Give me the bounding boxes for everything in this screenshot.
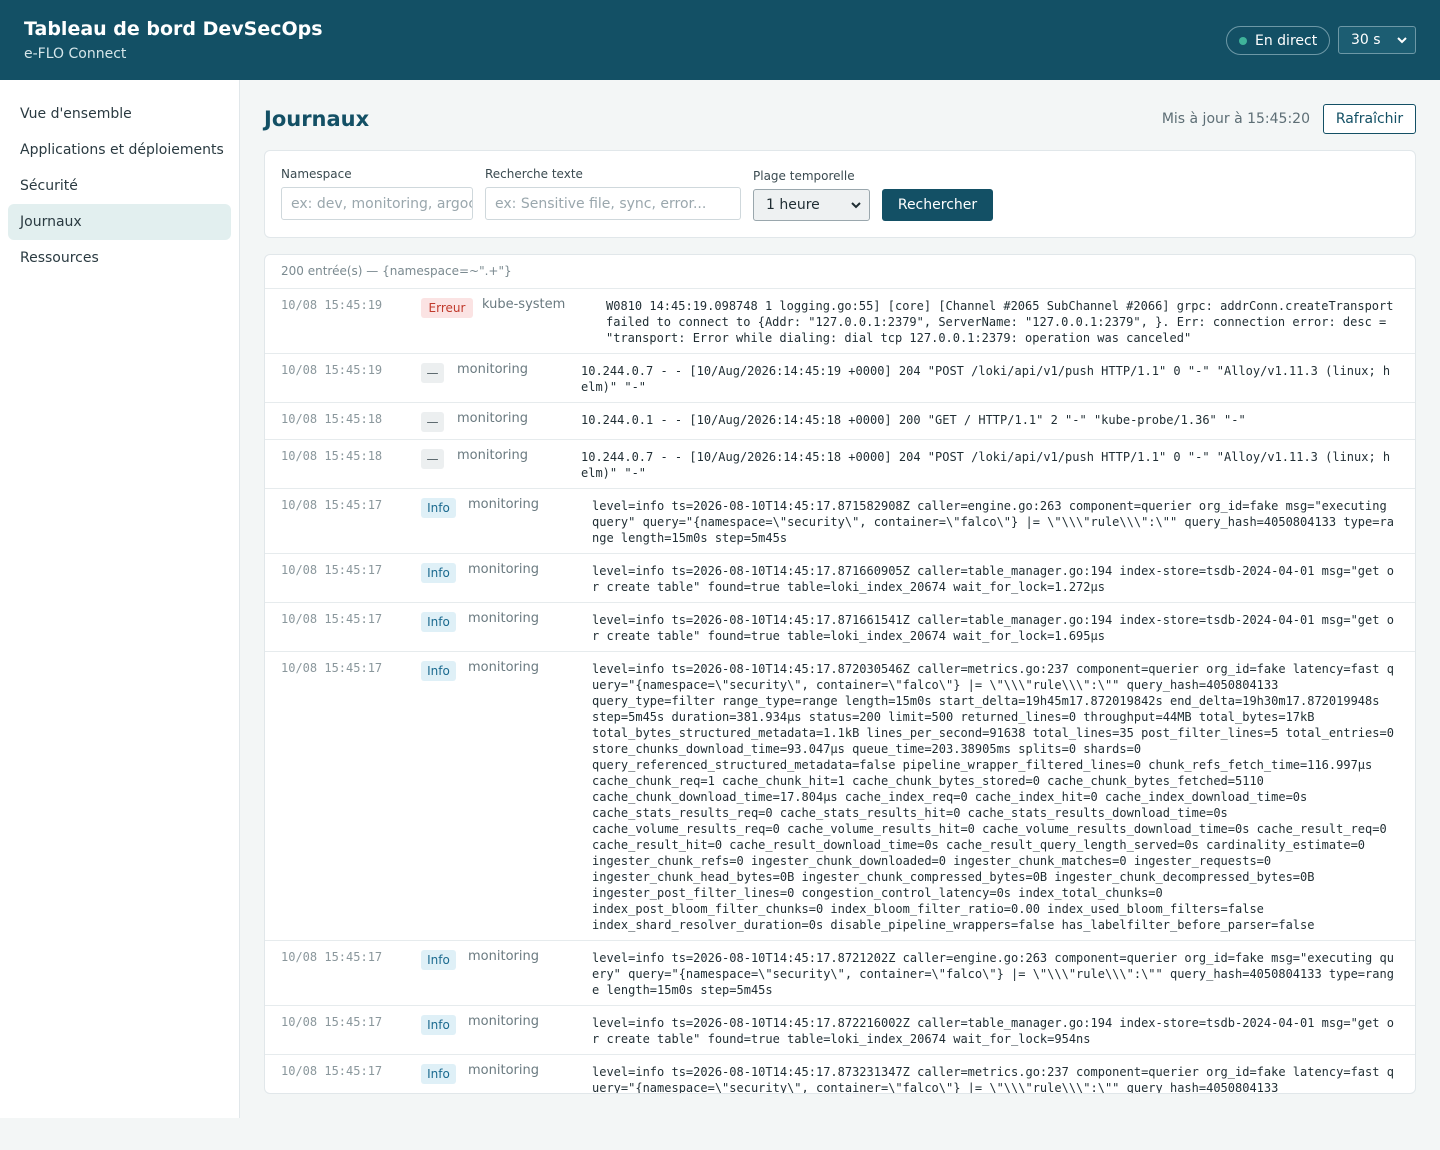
log-level-badge: Info [421, 563, 456, 583]
refresh-button[interactable]: Rafraîchir [1323, 104, 1416, 134]
log-entry-row[interactable]: 10/08 15:45:17 Info monitoring level=info t… [265, 1006, 1415, 1055]
log-entry-row[interactable]: 10/08 15:45:17 Info monitoring level=info t… [265, 1055, 1415, 1094]
log-timestamp: 10/08 15:45:18 [281, 449, 383, 463]
log-level-badge: Info [421, 612, 456, 632]
log-message: level=info ts=2026-08-10T14:45:17.872030… [592, 662, 1394, 932]
log-timestamp: 10/08 15:45:17 [281, 661, 383, 675]
sidebar-item-applications[interactable]: Applications et déploiements [8, 132, 231, 168]
log-entry-row[interactable]: 10/08 15:45:17 Info monitoring level=info t… [265, 554, 1415, 603]
log-timestamp: 10/08 15:45:17 [281, 1015, 383, 1029]
log-level-badge: Info [421, 498, 456, 518]
sidebar-item-label: Journaux [20, 214, 82, 230]
text-search-label: Recherche texte [485, 167, 583, 181]
namespace-input[interactable]: ex: dev, monitoring, argocd [281, 187, 473, 220]
log-entry-row[interactable]: 10/08 15:45:18 — monitoring 10.244.0.1 - - … [265, 403, 1415, 440]
text-search-input[interactable]: ex: Sensitive file, sync, error... [485, 187, 741, 220]
time-range-label: Plage temporelle [753, 169, 855, 183]
log-namespace: monitoring [457, 448, 528, 463]
log-entry-row[interactable]: 10/08 15:45:18 — monitoring 10.244.0.7 - - … [265, 440, 1415, 489]
live-status-dot-icon [1239, 36, 1247, 45]
log-count-summary: 200 entrée(s) — {namespace=~".+"} [281, 264, 512, 278]
log-message: level=info ts=2026-08-10T14:45:17.871582… [592, 499, 1394, 545]
log-entry-row[interactable]: 10/08 15:45:17 Info monitoring level=info t… [265, 941, 1415, 1006]
log-timestamp: 10/08 15:45:19 [281, 298, 383, 312]
log-namespace: monitoring [468, 562, 539, 577]
log-namespace: monitoring [468, 497, 539, 512]
sidebar: Vue d'ensemble Applications et déploieme… [0, 80, 240, 1118]
log-message: level=info ts=2026-08-10T14:45:17.872120… [592, 951, 1394, 997]
log-level-badge: Info [421, 1064, 456, 1084]
sidebar-item-label: Vue d'ensemble [20, 106, 132, 122]
chevron-down-icon [851, 202, 861, 209]
log-namespace: monitoring [468, 611, 539, 626]
log-level-badge: — [421, 412, 444, 432]
top-bar: Tableau de bord DevSecOps e-FLO Connect … [0, 0, 1440, 80]
log-message: 10.244.0.7 - - [10/Aug/2026:14:45:18 +00… [581, 450, 1391, 480]
log-entry-row[interactable]: 10/08 15:45:17 Info monitoring level=info t… [265, 603, 1415, 652]
sidebar-item-label: Ressources [20, 250, 99, 266]
log-namespace: monitoring [468, 1063, 539, 1078]
sidebar-item-label: Applications et déploiements [20, 142, 224, 158]
sidebar-item-security[interactable]: Sécurité [8, 168, 231, 204]
log-timestamp: 10/08 15:45:17 [281, 612, 383, 626]
log-namespace: kube-system [482, 297, 566, 312]
log-timestamp: 10/08 15:45:17 [281, 950, 383, 964]
log-entry-row[interactable]: 10/08 15:45:19 Erreur kube-system W0810 14:… [265, 289, 1415, 354]
refresh-interval-select[interactable]: 30 s [1338, 26, 1416, 54]
log-level-badge: Erreur [421, 298, 473, 318]
chevron-down-icon [1397, 37, 1407, 44]
log-message: W0810 14:45:19.098748 1 logging.go:55] [… [606, 299, 1401, 345]
log-timestamp: 10/08 15:45:17 [281, 1064, 383, 1078]
log-namespace: monitoring [468, 949, 539, 964]
app-title: Tableau de bord DevSecOps [24, 18, 323, 40]
live-label: En direct [1255, 32, 1318, 49]
namespace-label: Namespace [281, 167, 352, 181]
log-timestamp: 10/08 15:45:19 [281, 363, 383, 377]
live-toggle[interactable]: En direct [1226, 26, 1330, 55]
log-message: 10.244.0.1 - - [10/Aug/2026:14:45:18 +00… [581, 413, 1246, 427]
log-timestamp: 10/08 15:45:17 [281, 563, 383, 577]
log-list: 200 entrée(s) — {namespace=~".+"} 10/08 … [264, 254, 1416, 1094]
log-message: level=info ts=2026-08-10T14:45:17.871661… [592, 613, 1394, 643]
log-message: 10.244.0.7 - - [10/Aug/2026:14:45:19 +00… [581, 364, 1391, 394]
sidebar-item-logs[interactable]: Journaux [8, 204, 231, 240]
search-button[interactable]: Rechercher [882, 189, 993, 221]
page-title: Journaux [264, 107, 370, 131]
log-level-badge: Info [421, 661, 456, 681]
log-timestamp: 10/08 15:45:17 [281, 498, 383, 512]
log-level-badge: Info [421, 950, 456, 970]
last-updated-text: Mis à jour à 15:45:20 [1161, 111, 1310, 127]
log-level-badge: — [421, 449, 444, 469]
log-namespace: monitoring [468, 660, 539, 675]
log-timestamp: 10/08 15:45:18 [281, 412, 383, 426]
log-namespace: monitoring [457, 411, 528, 426]
sidebar-item-overview[interactable]: Vue d'ensemble [8, 96, 231, 132]
log-entry-row[interactable]: 10/08 15:45:17 Info monitoring level=info t… [265, 652, 1415, 941]
sidebar-item-resources[interactable]: Ressources [8, 240, 231, 276]
log-level-badge: Info [421, 1015, 456, 1035]
log-entry-row[interactable]: 10/08 15:45:19 — monitoring 10.244.0.7 - - … [265, 354, 1415, 403]
log-message: level=info ts=2026-08-10T14:45:17.871660… [592, 564, 1394, 594]
time-range-value: 1 heure [766, 197, 820, 213]
log-namespace: monitoring [457, 362, 528, 377]
sidebar-item-label: Sécurité [20, 178, 78, 194]
log-message: level=info ts=2026-08-10T14:45:17.872216… [592, 1016, 1394, 1046]
log-message: level=info ts=2026-08-10T14:45:17.873231… [592, 1065, 1394, 1094]
log-level-badge: — [421, 363, 444, 383]
log-entry-row[interactable]: 10/08 15:45:17 Info monitoring level=info t… [265, 489, 1415, 554]
log-namespace: monitoring [468, 1014, 539, 1029]
time-range-select[interactable]: 1 heure [753, 189, 870, 221]
app-subtitle: e-FLO Connect [24, 46, 127, 62]
refresh-interval-value: 30 s [1351, 32, 1381, 48]
